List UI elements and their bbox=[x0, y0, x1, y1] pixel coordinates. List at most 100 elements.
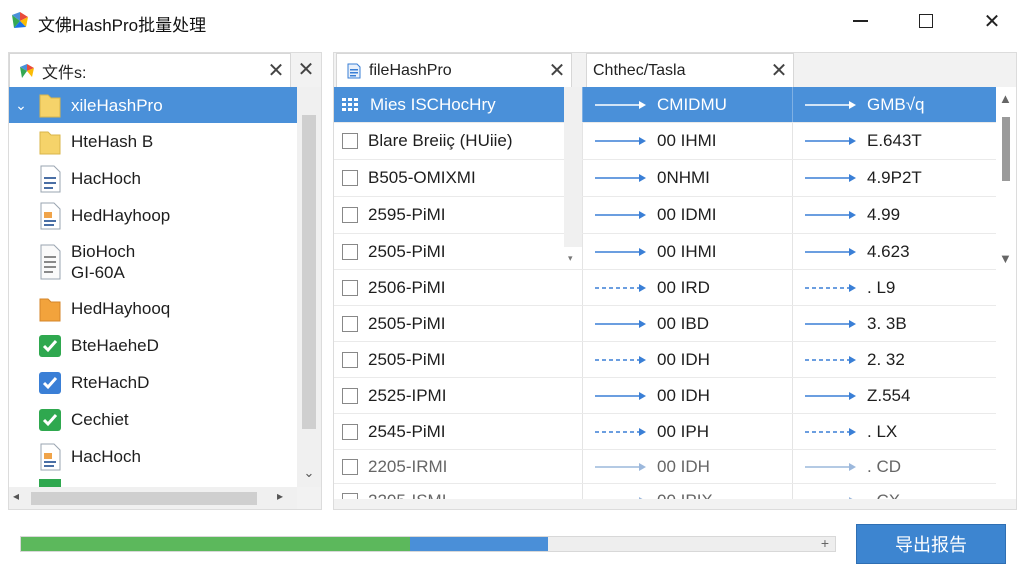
row-checkbox[interactable] bbox=[342, 243, 358, 260]
row-checkbox[interactable] bbox=[342, 458, 358, 475]
hash-results-grid: Mies ISCHocHry CMIDMU GMB√q Blare Breiiç… bbox=[334, 87, 996, 499]
splitter-arrow-icon: ▾ bbox=[568, 253, 573, 263]
scrollbar-thumb[interactable] bbox=[1002, 117, 1010, 181]
row-checkbox[interactable] bbox=[342, 351, 358, 368]
scroll-up-icon[interactable]: ▲ bbox=[999, 91, 1012, 106]
table-row[interactable]: 2505-PiMI 00 IDH 2. 32 bbox=[334, 342, 996, 378]
row-name-cell: 2525-IPMI bbox=[368, 385, 447, 405]
tree-item-label: Cechiet bbox=[71, 410, 129, 429]
check-blue-icon bbox=[39, 371, 61, 394]
tree-item-label: HedHayhoop bbox=[71, 206, 171, 225]
row-col2-cell: 00 IDH bbox=[657, 385, 710, 405]
file-hash-tab-icon bbox=[347, 63, 361, 78]
header-col3-cell: GMB√q bbox=[867, 94, 925, 114]
table-row[interactable]: 2525-IPMI 00 IDH Z.554 bbox=[334, 378, 996, 414]
row-checkbox[interactable] bbox=[342, 170, 358, 186]
table-row[interactable]: 2205-IRMI 00 IDH . CD bbox=[334, 450, 996, 484]
table-row[interactable]: 2506-PiMI 00 IRD . L9 bbox=[334, 270, 996, 306]
row-checkbox[interactable] bbox=[342, 315, 358, 332]
arrow-right-icon bbox=[595, 283, 646, 292]
table-row[interactable]: 2205-ISMI 00 IPIX . CX bbox=[334, 484, 996, 499]
tree-item[interactable]: BteHaeheD bbox=[9, 327, 297, 364]
row-name-cell: 2506-PiMI bbox=[368, 277, 446, 297]
tab-files-close-icon[interactable]: ✕ bbox=[262, 58, 290, 83]
tree-item[interactable]: HedHayhooq bbox=[9, 290, 297, 327]
scroll-left-icon[interactable]: ◂ bbox=[13, 489, 19, 503]
table-row[interactable]: 2505-PiMI 00 IHMI 4.623 bbox=[334, 234, 996, 270]
export-report-button[interactable]: 导出报告 bbox=[856, 524, 1006, 564]
row-col3-cell: . L9 bbox=[867, 277, 896, 297]
chevron-down-icon[interactable]: ⌄ bbox=[9, 97, 33, 114]
arrow-right-icon bbox=[805, 100, 856, 109]
arrow-right-icon bbox=[595, 391, 646, 400]
column-splitter[interactable] bbox=[564, 87, 582, 247]
tab-filehashpro[interactable]: fileHashPro ✕ bbox=[336, 53, 572, 87]
arrow-right-icon bbox=[595, 100, 646, 109]
tab-files[interactable]: 文件s: ✕ bbox=[9, 53, 291, 87]
tree-item[interactable]: HteHash B bbox=[9, 123, 297, 160]
row-col3-cell: 2. 32 bbox=[867, 349, 905, 369]
tree-vertical-scrollbar[interactable]: ⌄ bbox=[297, 87, 321, 487]
arrow-right-icon bbox=[805, 462, 856, 471]
panel-close-icon[interactable]: ✕ bbox=[293, 57, 319, 82]
grid-vertical-scrollbar[interactable]: ▲ ▼ bbox=[996, 87, 1016, 499]
scroll-down-icon[interactable]: ⌄ bbox=[297, 465, 321, 481]
row-col2-cell: 00 IRD bbox=[657, 277, 710, 297]
file-tree: ⌄ xileHashPro HteHash B HacHoch HedHayho… bbox=[9, 87, 297, 487]
tree-item[interactable]: HedHayhoop bbox=[9, 197, 297, 234]
plus-icon[interactable]: + bbox=[821, 535, 829, 551]
tree-item[interactable]: HacHoch bbox=[9, 438, 297, 475]
scrollbar-thumb[interactable] bbox=[302, 115, 316, 429]
row-checkbox[interactable] bbox=[342, 423, 358, 440]
tree-item[interactable]: BioHoch GI-60A bbox=[9, 234, 297, 290]
table-row[interactable]: 2545-PiMI 00 IPH . LX bbox=[334, 414, 996, 450]
row-col2-cell: 00 IHMI bbox=[657, 241, 717, 261]
maximize-button[interactable] bbox=[906, 6, 946, 36]
row-name-cell: 2505-PiMI bbox=[368, 313, 446, 333]
arrow-right-icon bbox=[805, 391, 856, 400]
minimize-button[interactable] bbox=[840, 6, 880, 36]
arrow-right-icon bbox=[805, 247, 856, 256]
row-name-cell: Blare Breiiç (HUiie) bbox=[368, 131, 513, 150]
grid-icon bbox=[342, 97, 358, 111]
tree-item-label: HteHash B bbox=[71, 132, 154, 151]
row-checkbox[interactable] bbox=[342, 207, 358, 223]
tab-filehashpro-label: fileHashPro bbox=[369, 61, 452, 79]
scroll-right-icon[interactable]: ▸ bbox=[277, 489, 283, 503]
progress-active-segment bbox=[410, 537, 548, 551]
folder-icon bbox=[39, 131, 61, 154]
row-checkbox[interactable] bbox=[342, 387, 358, 404]
arrow-right-icon bbox=[595, 319, 646, 328]
tab-filehashpro-close-icon[interactable]: ✕ bbox=[543, 58, 571, 83]
table-row[interactable]: 2505-PiMI 00 IBD 3. 3B bbox=[334, 306, 996, 342]
tree-item[interactable]: RteHachD bbox=[9, 364, 297, 401]
tree-item-label: HacHoch bbox=[71, 447, 141, 466]
tab-results-close-icon[interactable]: ✕ bbox=[765, 58, 793, 83]
arrow-right-icon bbox=[595, 247, 646, 256]
row-checkbox[interactable] bbox=[342, 133, 358, 149]
tree-item-partial bbox=[9, 477, 297, 487]
scroll-down-icon[interactable]: ▼ bbox=[999, 251, 1012, 266]
close-window-button[interactable]: ✕ bbox=[972, 6, 1012, 36]
scrollbar-thumb[interactable] bbox=[31, 492, 257, 505]
row-col2-cell: 00 IDMI bbox=[657, 205, 717, 224]
row-col3-cell: . CX bbox=[867, 491, 900, 500]
row-col3-cell: 4.9P2T bbox=[867, 168, 922, 187]
arrow-right-icon bbox=[805, 427, 856, 436]
table-row[interactable]: B505-OMIXMI 0NHMI 4.9P2T bbox=[334, 160, 996, 197]
grid-header-row[interactable]: Mies ISCHocHry CMIDMU GMB√q bbox=[334, 87, 996, 123]
row-name-cell: 2545-PiMI bbox=[368, 421, 446, 441]
table-row[interactable]: Blare Breiiç (HUiie) 00 IHMI E.643T bbox=[334, 123, 996, 160]
table-row[interactable]: 2595-PiMI 00 IDMI 4.99 bbox=[334, 197, 996, 234]
arrow-right-icon bbox=[805, 137, 856, 145]
row-checkbox[interactable] bbox=[342, 279, 358, 296]
row-col2-cell: 0NHMI bbox=[657, 168, 710, 187]
tree-item[interactable]: ⌄ xileHashPro bbox=[9, 87, 297, 123]
row-col2-cell: 00 IBD bbox=[657, 313, 709, 333]
tree-item[interactable]: HacHoch bbox=[9, 160, 297, 197]
tab-results[interactable]: Chthec/Tasla ✕ bbox=[586, 53, 794, 87]
arrow-right-icon bbox=[595, 137, 646, 145]
row-checkbox[interactable] bbox=[342, 492, 358, 499]
tree-item[interactable]: Cechiet bbox=[9, 401, 297, 438]
tree-horizontal-scrollbar[interactable]: ◂ ▸ bbox=[9, 487, 297, 509]
